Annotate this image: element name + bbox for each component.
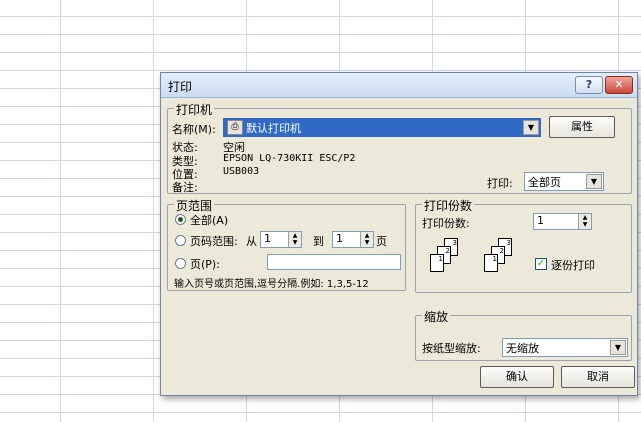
- location-value: USB003: [223, 166, 260, 177]
- chevron-down-icon[interactable]: ▼: [523, 120, 539, 135]
- print-what-select[interactable]: 全部页 ▼: [524, 172, 604, 191]
- to-page-spin[interactable]: ▲ ▼: [360, 232, 373, 247]
- properties-button[interactable]: 属性: [549, 116, 615, 138]
- printer-group: 打印机 名称(M): ⎙ 默认打印机 ▼ 属性 状态: 空闲 类型: EPSON…: [167, 101, 632, 194]
- printer-name-value: 默认打印机: [246, 122, 301, 135]
- pages-radio[interactable]: [175, 258, 186, 269]
- copies-group: 打印份数 打印份数: 1 ▲ ▼ 3 2 1 3 2 1 ✓ 逐份打印: [415, 197, 632, 293]
- from-label: 从: [246, 235, 257, 248]
- print-dialog: 打印 ? ✕ 打印机 名称(M): ⎙ 默认打印机 ▼ 属性 状态: 空闲 类型…: [160, 72, 638, 396]
- title-bar[interactable]: 打印 ? ✕: [161, 73, 637, 98]
- copies-spin[interactable]: ▲ ▼: [578, 214, 591, 229]
- copies-group-label: 打印份数: [422, 197, 475, 214]
- print-what-label: 打印:: [487, 177, 513, 190]
- from-page-stepper[interactable]: 1 ▲ ▼: [260, 231, 302, 248]
- scale-label: 按纸型缩放:: [422, 342, 481, 355]
- page-range-group: 页范围 全部(A) 页码范围: 从 1 ▲ ▼ 到 1 ▲ ▼ 页 页(P): 输入…: [167, 197, 406, 291]
- type-value: EPSON LQ-730KII ESC/P2: [223, 153, 356, 164]
- printer-group-label: 打印机: [174, 101, 215, 118]
- collate-checkbox[interactable]: ✓: [535, 258, 547, 270]
- zoom-group-label: 缩放: [422, 308, 451, 325]
- pages-label: 页(P):: [190, 258, 220, 271]
- page-range-radio[interactable]: [175, 235, 186, 246]
- scale-value: 无缩放: [506, 342, 539, 355]
- printer-icon: ⎙: [227, 120, 243, 135]
- page-range-hint: 输入页号或页范围,逗号分隔.例如: 1,3,5-12: [174, 279, 369, 290]
- close-button[interactable]: ✕: [605, 76, 633, 94]
- to-label: 到: [313, 235, 324, 248]
- page-1-icon: 1: [484, 254, 498, 272]
- all-pages-label: 全部(A): [190, 214, 229, 227]
- page-1-icon: 1: [430, 254, 444, 272]
- print-what-value: 全部页: [528, 176, 561, 189]
- from-page-spin[interactable]: ▲ ▼: [288, 232, 301, 247]
- zoom-group: 缩放 按纸型缩放: 无缩放 ▼: [415, 308, 632, 361]
- to-page-stepper[interactable]: 1 ▲ ▼: [332, 231, 374, 248]
- printer-name-label: 名称(M):: [172, 123, 216, 136]
- chevron-down-icon[interactable]: ▼: [610, 340, 626, 355]
- to-page-value: 1: [336, 232, 343, 245]
- from-page-value: 1: [264, 232, 271, 245]
- page-suffix-label: 页: [376, 235, 387, 248]
- copies-value: 1: [537, 214, 544, 227]
- collate-illustration-icon: 3 2 1 3 2 1: [426, 238, 536, 288]
- copies-count-label: 打印份数:: [422, 217, 470, 230]
- cancel-button[interactable]: 取消: [561, 366, 635, 388]
- help-button[interactable]: ?: [575, 76, 603, 94]
- scale-select[interactable]: 无缩放 ▼: [502, 338, 628, 357]
- collate-label: 逐份打印: [551, 259, 595, 272]
- printer-name-select[interactable]: ⎙ 默认打印机 ▼: [223, 118, 541, 137]
- all-pages-radio[interactable]: [175, 214, 186, 225]
- ok-button[interactable]: 确认: [480, 366, 554, 388]
- pages-input[interactable]: [267, 254, 401, 270]
- copies-stepper[interactable]: 1 ▲ ▼: [533, 213, 592, 230]
- page-range-label: 页码范围:: [190, 235, 238, 248]
- dialog-title: 打印: [168, 80, 193, 94]
- comment-label: 备注:: [172, 181, 198, 194]
- chevron-down-icon[interactable]: ▼: [586, 174, 602, 189]
